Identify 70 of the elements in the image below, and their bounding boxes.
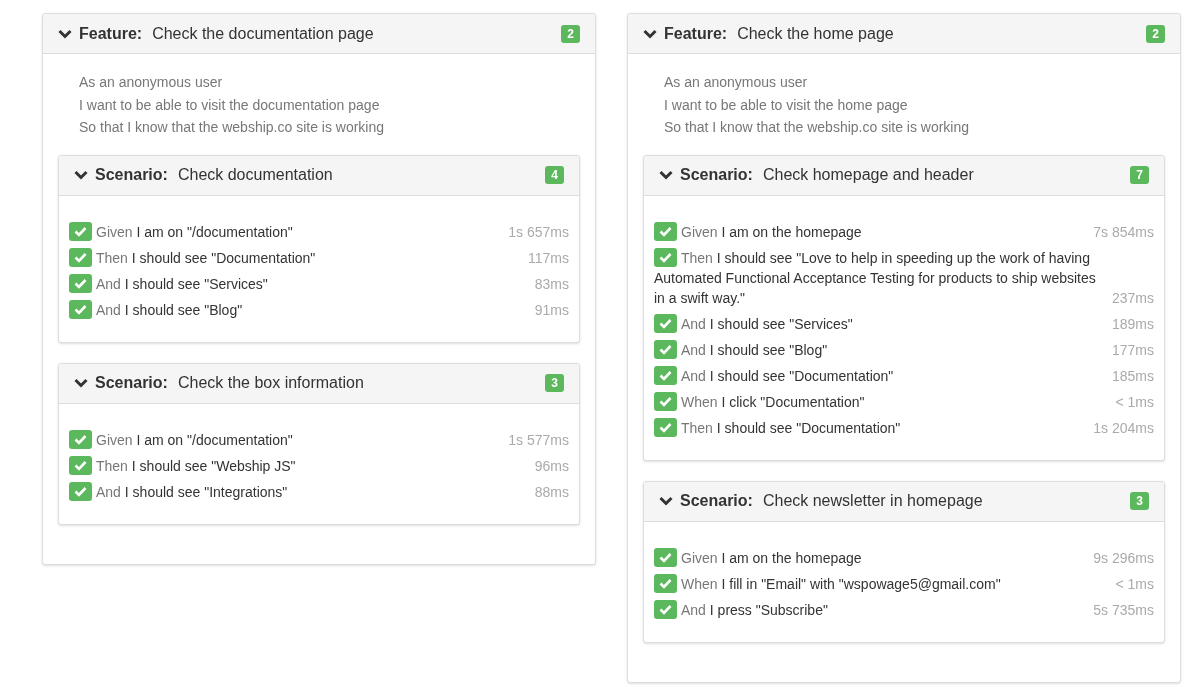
chevron-down-icon[interactable] [58, 28, 72, 39]
step-duration: 96ms [534, 456, 569, 476]
chevron-down-icon[interactable] [643, 28, 657, 39]
step-text: When I fill in "Email" with "wspowage5@gmail.com" [681, 575, 1001, 592]
description-line: As an anonymous user [79, 73, 224, 92]
header-keyword: Feature: [664, 23, 728, 44]
step-text: Given I am on the homepage [681, 549, 862, 566]
step-duration: < 1ms [1115, 392, 1154, 412]
step-duration: 83ms [534, 274, 569, 294]
step-text: And I should see "Documentation" [681, 367, 894, 384]
step-text: Then I should see "Documentation" [96, 249, 316, 266]
panel-header[interactable]: Scenario: Check homepage and header 7 [644, 155, 1164, 196]
header-title: Check newsletter in homepage [762, 491, 984, 511]
chevron-down-icon[interactable] [74, 378, 88, 388]
step-text: Then I should see "Webship JS" [96, 457, 296, 474]
step-duration: 1s 657ms [508, 222, 569, 242]
header-title: Check the home page [737, 23, 895, 44]
count-badge: 4 [545, 166, 564, 184]
step-text: Given I am on "/documentation" [96, 223, 293, 240]
count-badge: 3 [1130, 492, 1149, 510]
step-text: And I should see "Services" [681, 315, 853, 332]
panel-header[interactable]: Scenario: Check documentation 4 [59, 155, 579, 196]
step-text: And I should see "Integrations" [96, 483, 288, 500]
header-title: Check documentation [177, 165, 334, 185]
step-duration: 117ms [528, 248, 569, 268]
description-line: So that I know that the webship.co site is working [664, 118, 971, 137]
step-text: Given I am on the homepage [681, 223, 862, 240]
header-keyword: Scenario: [95, 373, 168, 393]
step-text: And I should see "Blog" [96, 301, 243, 318]
step-text: Then I should see "Documentation" [681, 419, 901, 436]
chevron-down-icon[interactable] [659, 170, 673, 180]
step-duration: < 1ms [1115, 574, 1154, 594]
description-line: As an anonymous user [664, 73, 809, 92]
description-line: I want to be able to visit the home page [664, 95, 909, 115]
panel-header[interactable]: Feature: Check the home page 2 [628, 14, 1180, 54]
header-title: Check the documentation page [152, 23, 375, 44]
header-keyword: Scenario: [680, 491, 753, 511]
step-duration: 5s 735ms [1093, 600, 1154, 620]
panel-header[interactable]: Scenario: Check newsletter in homepage 3 [644, 481, 1164, 522]
chevron-down-icon[interactable] [74, 170, 88, 180]
description-line: I want to be able to visit the documentation page [79, 95, 381, 115]
count-badge: 2 [1146, 24, 1165, 43]
step-duration: 7s 854ms [1093, 222, 1154, 242]
step-duration: 1s 204ms [1093, 418, 1154, 438]
header-title: Check the box information [177, 373, 365, 393]
step-duration: 185ms [1111, 366, 1154, 386]
step-text: Then I should see "Love to help in speeding up the work of having Automated Functional Acceptance Testing for products to ship websites in a swift way." [654, 249, 1096, 306]
header-keyword: Scenario: [680, 165, 753, 185]
step-duration: 91ms [534, 300, 569, 320]
step-text: And I should see "Blog" [681, 341, 828, 358]
step-text: Given I am on "/documentation" [96, 431, 293, 448]
count-badge: 3 [545, 374, 564, 392]
header-keyword: Scenario: [95, 165, 168, 185]
step-duration: 88ms [534, 482, 569, 502]
step-text: When I click "Documentation" [681, 393, 865, 410]
step-duration: 1s 577ms [508, 430, 569, 450]
step-duration: 237ms [1111, 288, 1154, 308]
chevron-down-icon[interactable] [659, 496, 673, 506]
step-duration: 189ms [1111, 314, 1154, 334]
panel-header[interactable]: Scenario: Check the box information 3 [59, 363, 579, 404]
step-duration: 177ms [1111, 340, 1154, 360]
step-text: And I press "Subscribe" [681, 601, 828, 618]
count-badge: 7 [1130, 166, 1149, 184]
panel-header[interactable]: Feature: Check the documentation page 2 [43, 14, 595, 54]
step-duration: 9s 296ms [1093, 548, 1154, 568]
description-line: So that I know that the webship.co site is working [79, 118, 386, 137]
count-badge: 2 [561, 24, 580, 43]
header-keyword: Feature: [79, 23, 143, 44]
header-title: Check homepage and header [762, 165, 975, 185]
step-text: And I should see "Services" [96, 275, 268, 292]
